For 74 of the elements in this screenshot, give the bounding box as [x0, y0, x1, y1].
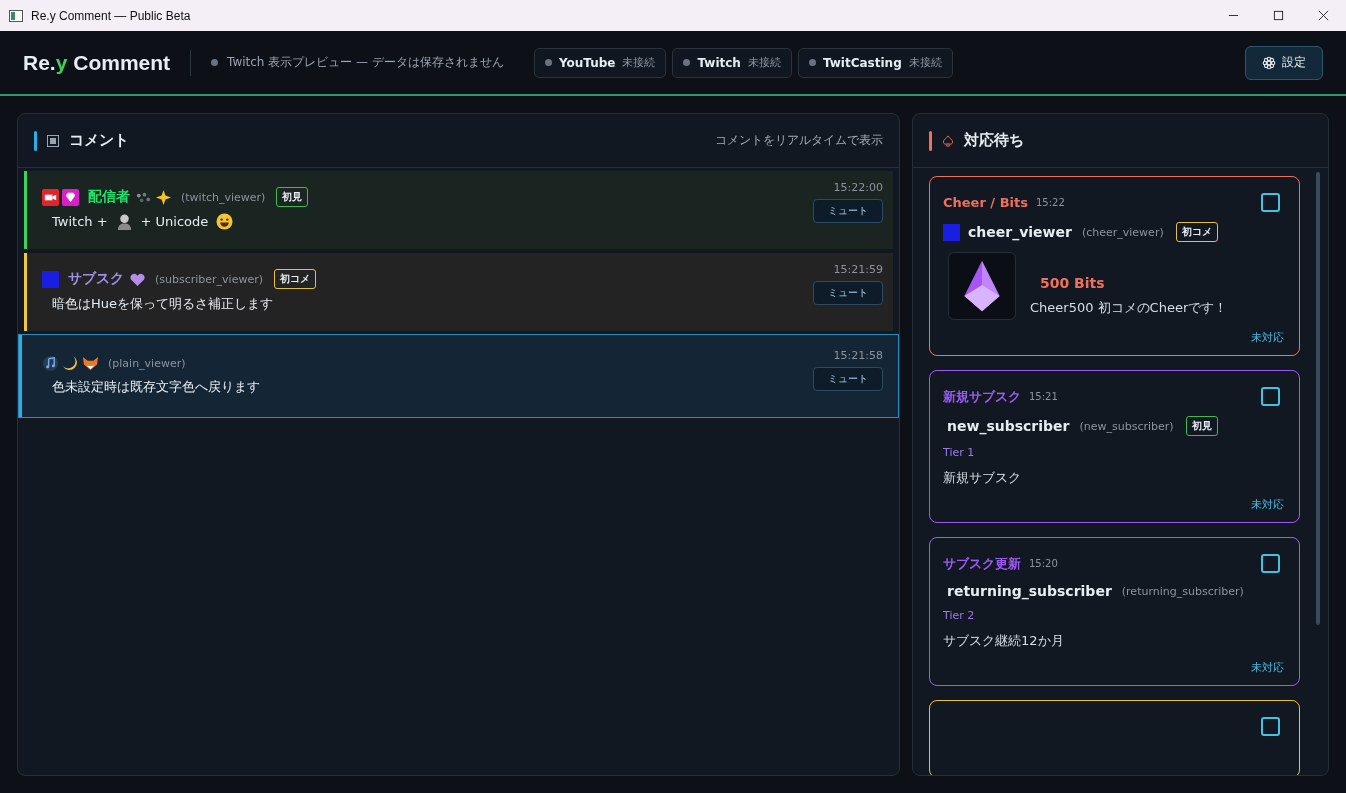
user-name: cheer_viewer: [968, 224, 1072, 240]
window-title: Re.y Comment — Public Beta: [31, 8, 191, 23]
comment-row[interactable]: (plain_viewer) 色未設定時は既存文字色へ戻ります 15:21:58 ミュート: [19, 335, 898, 417]
gem-icon: [62, 188, 79, 206]
user-name: サブスク: [68, 270, 124, 288]
person-emote-icon: [115, 213, 133, 230]
done-checkbox[interactable]: [1261, 554, 1280, 573]
done-checkbox[interactable]: [1261, 387, 1280, 406]
connection-status: 未接続: [622, 55, 656, 70]
connection-status: 未接続: [747, 55, 781, 70]
platform-name: YouTube: [558, 55, 616, 70]
comment-row[interactable]: サブスク (subscriber_viewer) 初コメ 暗色はHueを保って明るさ補正します 15:21:59 ミュート: [24, 253, 893, 331]
alert-type: 新規サブスク: [943, 387, 1021, 406]
alert-status: 未対応: [1251, 660, 1284, 675]
done-checkbox[interactable]: [1261, 717, 1280, 736]
status-text: Twitch 表示プレビュー — データは保存されません: [227, 54, 504, 71]
message-text: Twitch +: [52, 214, 108, 229]
user-name: new_subscriber: [947, 418, 1070, 434]
square-icon: [42, 270, 59, 288]
comment-row[interactable]: 配信者 (twitch_viewer) 初見 Twitch + + Unicode 15:22:00 ミュート: [24, 171, 893, 249]
smiley-icon: [216, 213, 234, 230]
viewer-tag: 初見: [1185, 416, 1218, 436]
user-name: 配信者: [88, 188, 130, 206]
bits-gem-icon: [948, 252, 1016, 320]
done-checkbox[interactable]: [1261, 193, 1280, 212]
platform-name: Twitch: [697, 55, 741, 70]
moon-icon: [62, 355, 79, 372]
panel-hint: コメントをリアルタイムで表示: [715, 132, 883, 149]
user-name: returning_subscriber: [947, 583, 1112, 599]
settings-button[interactable]: 設定: [1245, 45, 1323, 80]
panel-title: 対応待ち: [964, 131, 1024, 150]
alert-message: Cheer500 初コメのCheerです！: [1030, 299, 1228, 317]
settings-icon: [1262, 55, 1276, 70]
panel-title: コメント: [69, 131, 129, 150]
user-login: (subscriber_viewer): [155, 272, 264, 286]
comment-time: 15:21:58: [833, 349, 883, 362]
app-logo: Re.y Comment: [23, 50, 171, 75]
square-icon: [47, 134, 59, 147]
mute-button[interactable]: ミュート: [813, 281, 883, 305]
alert-time: 15:21: [1029, 391, 1058, 402]
alert-type: サブスク更新: [943, 554, 1021, 573]
alert-time: 15:20: [1029, 558, 1058, 569]
scrollbar[interactable]: [1316, 172, 1320, 625]
alert-type: Cheer / Bits: [943, 195, 1028, 210]
message-text: 暗色はHueを保って明るさ補正します: [52, 295, 273, 313]
alert-time: 15:22: [1035, 197, 1065, 208]
user-login: (plain_viewer): [108, 357, 186, 370]
tier-label: Tier 1: [943, 446, 975, 459]
viewer-tag: 初コメ: [274, 269, 317, 289]
message-text: + Unicode: [140, 214, 209, 229]
user-login: (twitch_viewer): [181, 190, 266, 204]
camera-icon: [42, 188, 59, 206]
alert-message: サブスク継続12か月: [943, 632, 1065, 650]
alert-message: 新規サブスク: [943, 469, 1022, 487]
fox-icon: [82, 355, 99, 372]
tier-label: Tier 2: [943, 609, 975, 622]
comment-time: 15:22:00: [833, 181, 883, 194]
viewer-tag: 初コメ: [1175, 222, 1218, 242]
mute-button[interactable]: ミュート: [813, 199, 883, 223]
comment-time: 15:21:59: [833, 263, 883, 276]
sparkle-icon: [155, 188, 172, 206]
user-login: (new_subscriber): [1079, 419, 1174, 433]
connection-status: 未接続: [908, 55, 942, 70]
message-text: 色未設定時は既存文字色へ戻ります: [52, 378, 260, 396]
viewer-tag: 初見: [276, 187, 309, 207]
platform-name: TwitCasting: [822, 55, 902, 70]
music-note-icon: [42, 355, 59, 372]
user-login: (returning_subscriber): [1121, 584, 1244, 598]
mute-button[interactable]: ミュート: [813, 367, 883, 391]
user-login: (cheer_viewer): [1081, 225, 1164, 239]
alert-status: 未対応: [1251, 497, 1284, 512]
bits-amount: 500 Bits: [1039, 275, 1106, 291]
app-icon: [9, 9, 23, 22]
alert-status: 未対応: [1251, 330, 1284, 345]
